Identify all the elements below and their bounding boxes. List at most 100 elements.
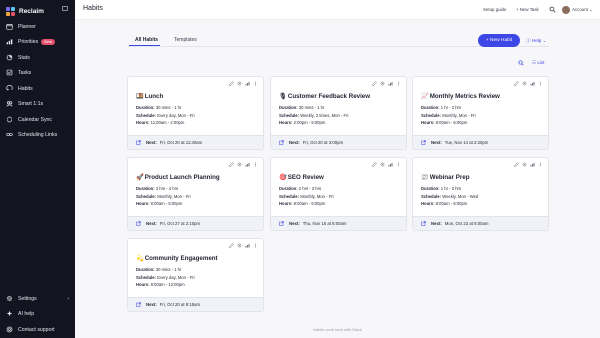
settings-icon[interactable]	[237, 81, 242, 86]
settings-icon[interactable]	[380, 162, 385, 167]
smart-meetings-icon	[6, 100, 13, 107]
habit-title[interactable]: 🎙Customer Feedback Review	[279, 92, 370, 100]
settings-icon[interactable]	[522, 81, 527, 86]
more-icon[interactable]	[538, 162, 543, 167]
next-occurrence[interactable]: Next: Fri, Oct 27 at 2:10pm	[128, 216, 263, 230]
more-icon[interactable]	[396, 81, 401, 86]
hours-label: Hours:	[279, 201, 293, 206]
external-link-icon	[421, 221, 426, 226]
sidebar-item-settings[interactable]: Settings ›	[6, 294, 69, 303]
habit-emoji: 📈	[421, 93, 429, 100]
sidebar-item-ai-help[interactable]: AI help	[6, 309, 34, 318]
habit-title[interactable]: 🎯SEO Review	[279, 173, 324, 181]
habit-title[interactable]: 💫Community Engagement	[136, 254, 218, 262]
help-button[interactable]: ⓘ Help ⌄	[526, 38, 546, 44]
stats-icon[interactable]	[388, 81, 393, 86]
more-icon[interactable]	[253, 243, 258, 248]
duration-label: Duration:	[136, 105, 155, 110]
settings-icon[interactable]	[380, 81, 385, 86]
habit-card[interactable]: 🎙Customer Feedback Review Duration: 30 mi…	[270, 76, 407, 150]
hours-value: 11:00am - 2:00pm	[150, 120, 185, 125]
stats-icon[interactable]	[530, 81, 535, 86]
habit-emoji: 🎙	[279, 93, 287, 100]
account-menu[interactable]: Account ⌄	[572, 7, 593, 13]
next-occurrence[interactable]: Next: Fri, Oct 20 at 3:00pm	[271, 135, 406, 149]
next-occurrence[interactable]: Next: Tue, Nov 14 at 2:30pm	[413, 135, 548, 149]
habit-card[interactable]: 📈Monthly Metrics Review Duration: 1 hr - …	[412, 76, 549, 150]
sidebar-item-planner[interactable]: Planner	[6, 22, 36, 31]
duration-label: Duration:	[136, 186, 155, 191]
sidebar-item-scheduling-links[interactable]: Scheduling Links	[6, 130, 57, 139]
stats-icon[interactable]	[245, 81, 250, 86]
edit-icon[interactable]	[372, 81, 377, 86]
edit-icon[interactable]	[229, 243, 234, 248]
schedule-value: Weekly, Mon - Wed	[442, 193, 479, 199]
next-occurrence[interactable]: Next: Mon, Oct 23 at 8:00am	[413, 216, 548, 230]
setup-guide-link[interactable]: Setup guide	[483, 7, 506, 12]
next-occurrence[interactable]: Next: Fri, Oct 20 at 11:30am	[128, 135, 263, 149]
search-habits-icon[interactable]	[518, 60, 524, 66]
stats-icon[interactable]	[388, 162, 393, 167]
settings-icon[interactable]	[522, 162, 527, 167]
new-habit-label: + New Habit	[485, 38, 513, 43]
hours-value: 8:00am - 12:00pm	[150, 282, 185, 287]
search-icon[interactable]	[549, 6, 556, 13]
collapse-sidebar-icon[interactable]	[62, 6, 68, 11]
habit-title[interactable]: 🍱Lunch	[136, 92, 163, 100]
edit-icon[interactable]	[514, 162, 519, 167]
more-icon[interactable]	[396, 162, 401, 167]
habit-title-text: SEO Review	[287, 174, 324, 181]
edit-icon[interactable]	[229, 162, 234, 167]
new-task-button[interactable]: + New Task	[516, 7, 539, 12]
habit-title-text: Webinar Prep	[429, 174, 470, 181]
tab-all-habits[interactable]: All Habits	[135, 37, 158, 43]
habit-title-text: Customer Feedback Review	[287, 93, 371, 100]
help-label: Help	[531, 38, 542, 43]
list-label: List	[537, 60, 545, 65]
habit-card[interactable]: 🍱Lunch Duration: 30 mins - 1 hr Schedule: …	[127, 76, 264, 150]
more-icon[interactable]	[253, 81, 258, 86]
edit-icon[interactable]	[229, 81, 234, 86]
habit-title[interactable]: 📈Monthly Metrics Review	[421, 92, 500, 100]
next-occurrence[interactable]: Next: Thu, Nov 16 at 8:00am	[271, 216, 406, 230]
new-habit-button[interactable]: + New Habit	[478, 34, 520, 47]
settings-icon[interactable]	[237, 162, 242, 167]
habit-hours: Hours: 2:00pm - 5:00pm	[279, 120, 325, 125]
duration-value: 30 mins - 1 hr	[298, 105, 325, 110]
habit-emoji: 🍱	[136, 93, 144, 100]
card-actions	[229, 162, 258, 167]
next-occurrence[interactable]: Next: Fri, Oct 20 at 9:15am	[128, 297, 263, 311]
avatar[interactable]	[562, 5, 570, 14]
duration-value: 3 hrs - 4 hrs	[155, 186, 179, 191]
habit-title[interactable]: 🚀Product Launch Planning	[136, 173, 220, 181]
edit-icon[interactable]	[514, 81, 519, 86]
hours-label: Hours:	[136, 282, 150, 287]
sidebar-item-tasks[interactable]: Tasks	[6, 68, 31, 77]
habit-card[interactable]: 🚀Product Launch Planning Duration: 3 hrs …	[127, 157, 264, 231]
schedule-label: Schedule:	[421, 112, 442, 118]
habit-card[interactable]: 🎯SEO Review Duration: 2 hrs - 3 hrs Schedu…	[270, 157, 407, 231]
sidebar-item-priorities[interactable]: Priorities Beta	[6, 37, 55, 46]
habit-title[interactable]: 📰Webinar Prep	[421, 173, 470, 181]
tab-templates[interactable]: Templates	[174, 37, 197, 43]
stats-icon[interactable]	[245, 162, 250, 167]
edit-icon[interactable]	[372, 162, 377, 167]
sidebar-item-stats[interactable]: Stats	[6, 53, 30, 62]
habit-schedule: Schedule: Monthly, Mon - Fri	[136, 194, 191, 199]
stats-icon[interactable]	[245, 243, 250, 248]
list-view-toggle[interactable]: ☷ List	[532, 60, 544, 66]
brand[interactable]: Reclaim	[0, 2, 75, 20]
habit-card[interactable]: 📰Webinar Prep Duration: 1 hr - 2 hrs Sched…	[412, 157, 549, 231]
sidebar-item-habits[interactable]: Habits	[6, 84, 33, 93]
stats-icon[interactable]	[530, 162, 535, 167]
more-icon[interactable]	[538, 81, 543, 86]
settings-icon[interactable]	[237, 243, 242, 248]
sidebar-item-calendar-sync[interactable]: Calendar Sync	[6, 115, 52, 124]
hours-value: 2:00pm - 5:00pm	[293, 120, 326, 125]
habit-card[interactable]: 💫Community Engagement Duration: 30 mins -…	[127, 238, 264, 312]
more-icon[interactable]	[253, 162, 258, 167]
external-link-icon	[279, 221, 284, 226]
sidebar-item-smart-meetings[interactable]: Smart 1:1s	[6, 99, 43, 108]
habit-duration: Duration: 30 mins - 1 hr	[279, 105, 324, 110]
help-circle-icon: ⓘ	[526, 38, 531, 43]
